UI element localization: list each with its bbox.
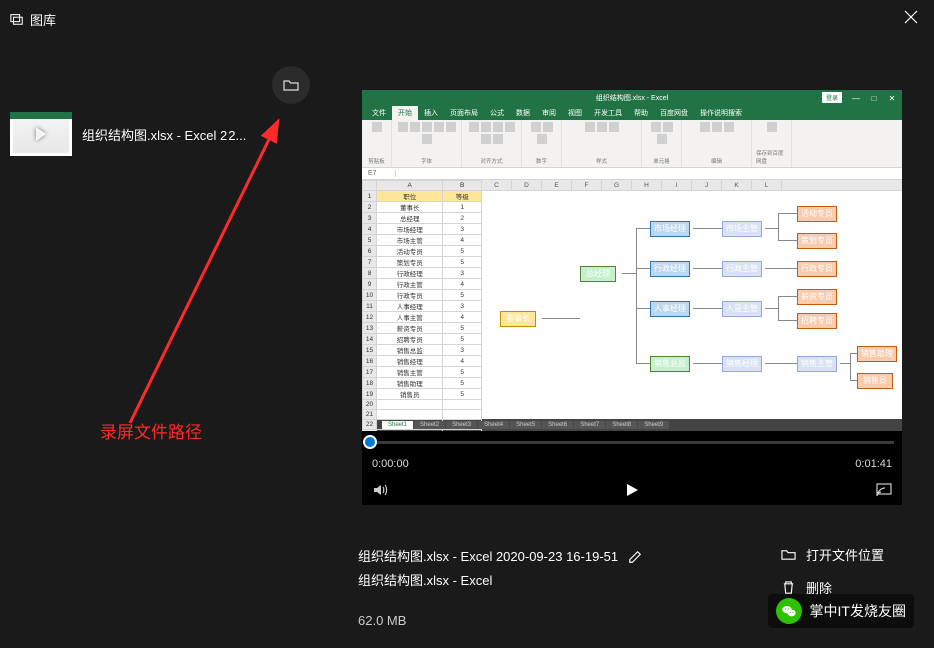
play-button[interactable] — [624, 482, 640, 498]
wechat-icon — [776, 598, 802, 624]
open-folder-button[interactable] — [272, 66, 310, 104]
excel-ribbon-tabs: 文件开始插入页面布局公式数据审阅视图开发工具帮助百度网盘操作说明搜索 — [362, 106, 902, 120]
time-current: 0:00:00 — [372, 458, 409, 470]
excel-login: 登录 — [822, 92, 842, 103]
filename-timestamp: 组织结构图.xlsx - Excel 2020-09-23 16-19-51 — [358, 545, 618, 569]
file-size: 62.0 MB — [358, 609, 642, 633]
wechat-badge: 掌中IT发烧友圈 — [768, 594, 914, 628]
excel-window-buttons: —□✕ — [848, 90, 900, 106]
open-location-label: 打开文件位置 — [806, 545, 884, 564]
thumbnail — [10, 112, 72, 156]
video-thumbnail-item[interactable]: 组织结构图.xlsx - Excel 2 2... — [10, 112, 320, 156]
time-total: 0:01:41 — [855, 458, 892, 470]
thumbnail-label: 组织结构图.xlsx - Excel 2 2... — [82, 125, 246, 144]
window-title: 图库 — [30, 10, 56, 29]
excel-ribbon: 剪贴板字体对齐方式数字样式单元格编辑保存到百度网盘 — [362, 120, 902, 168]
volume-icon[interactable] — [372, 482, 388, 498]
edit-icon[interactable] — [628, 550, 642, 564]
scrub-knob[interactable] — [363, 435, 377, 449]
annotation-text: 录屏文件路径 — [100, 418, 202, 443]
cast-icon[interactable] — [876, 482, 892, 498]
gallery-icon — [10, 12, 24, 26]
excel-column-headers: CDEFGHIJKL — [482, 180, 902, 191]
excel-data-table: AB1职位等级2董事长13总经理24市场经理35市场主管46活动专员57策划专员… — [362, 180, 482, 431]
video-scrubber[interactable] — [362, 431, 902, 453]
video-preview: 组织结构图.xlsx - Excel 登录 —□✕ 文件开始插入页面布局公式数据… — [362, 90, 902, 505]
excel-cell-ref: E7 — [366, 170, 396, 177]
wechat-text: 掌中IT发烧友圈 — [810, 601, 906, 621]
sidebar: 组织结构图.xlsx - Excel 2 2... 录屏文件路径 — [0, 38, 330, 648]
open-location-button[interactable]: 打开文件位置 — [781, 545, 884, 564]
close-button[interactable] — [896, 8, 926, 26]
filename: 组织结构图.xlsx - Excel — [358, 569, 642, 593]
org-chart: 董事长总经理市场经理行政经理人事经理销售总监市场主管行政主管人是主管销售经理活动… — [482, 191, 902, 419]
excel-window-title: 组织结构图.xlsx - Excel — [596, 93, 668, 103]
